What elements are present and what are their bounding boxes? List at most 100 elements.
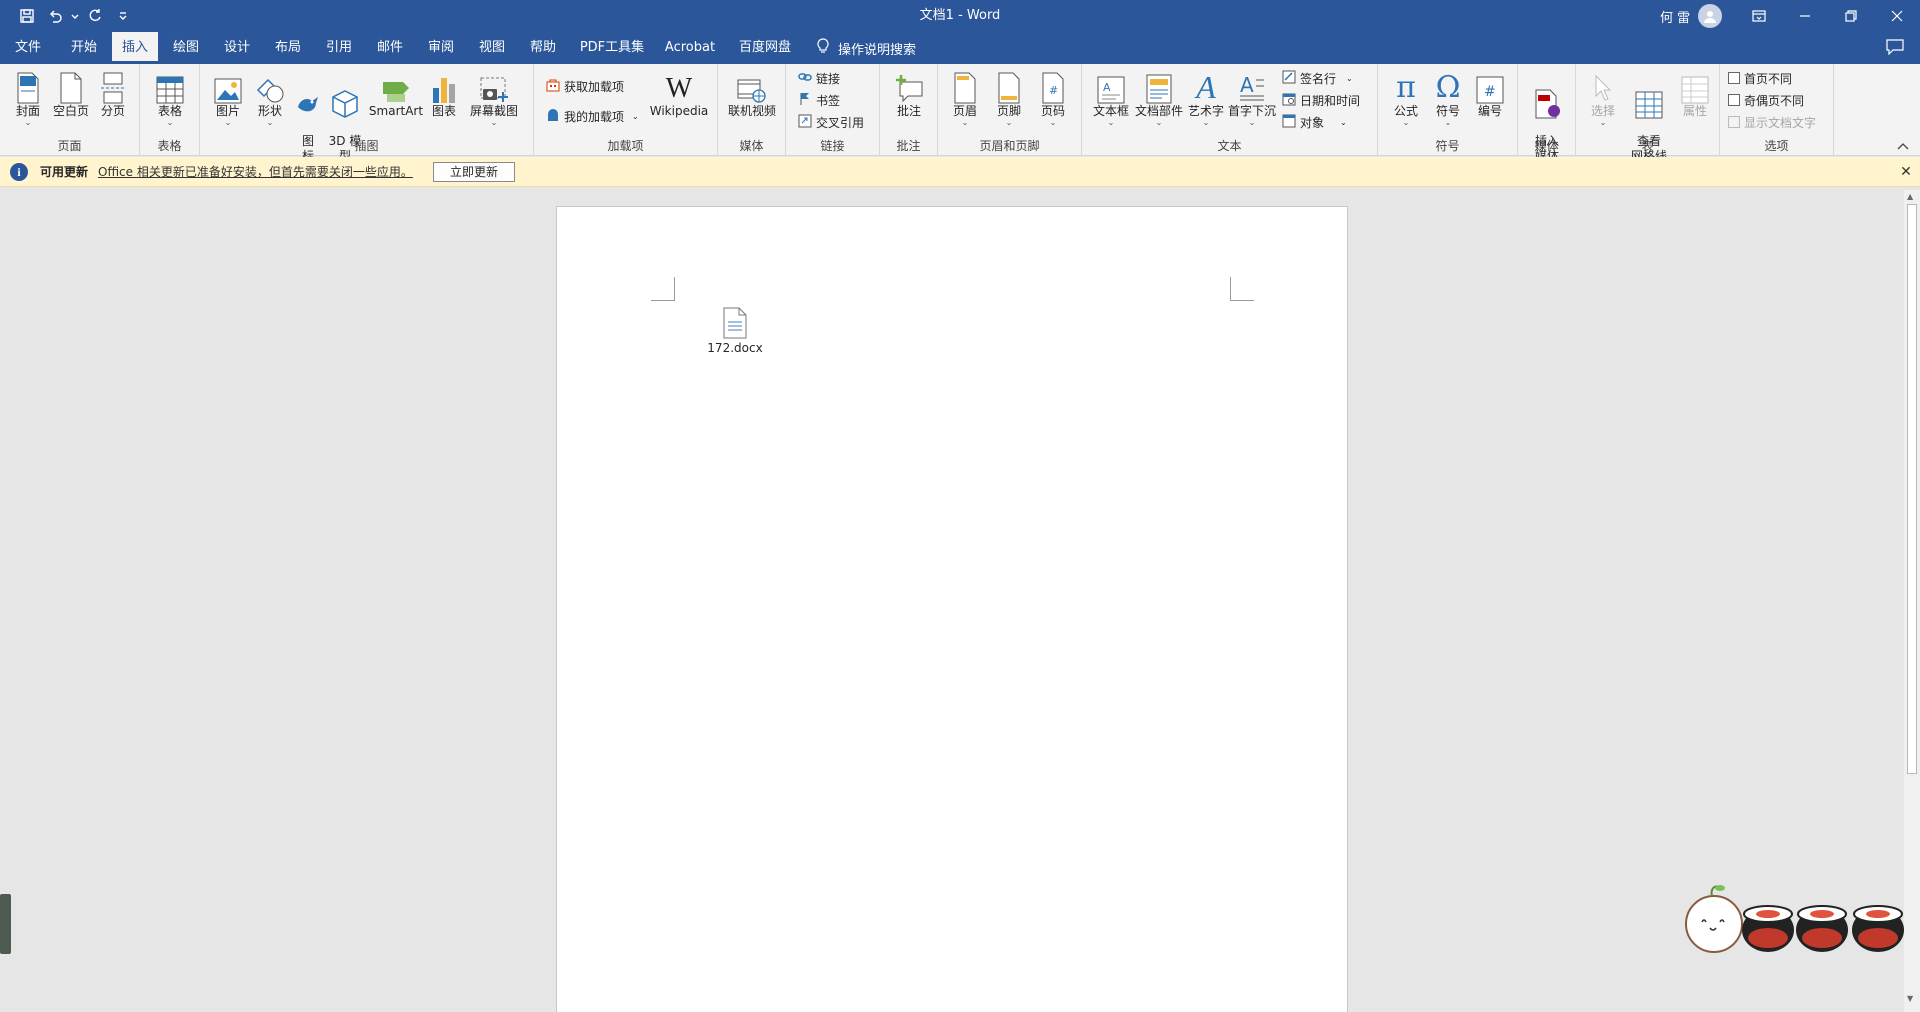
tab-draw[interactable]: 绘图 xyxy=(166,32,206,64)
online-video-button[interactable]: 联机视频 xyxy=(726,68,778,119)
tab-references[interactable]: 引用 xyxy=(319,32,359,64)
show-document-text-checkbox[interactable]: 显示文档文字 xyxy=(1728,112,1816,132)
mascot-sticker xyxy=(1682,878,1912,956)
undo-dropdown-icon[interactable] xyxy=(70,3,80,29)
cover-page-button[interactable]: 封面 ⌄ xyxy=(8,68,48,127)
page-number-button[interactable]: # 页码 ⌄ xyxy=(1032,68,1074,127)
my-addins-button[interactable]: 我的加载项 ⌄ xyxy=(546,106,639,126)
symbol-button[interactable]: Ω 符号 ⌄ xyxy=(1428,68,1468,127)
embedded-file-object[interactable]: 172.docx xyxy=(697,307,773,355)
avatar-icon xyxy=(1698,4,1723,28)
group-label-addins: 加载项 xyxy=(607,139,644,153)
scroll-thumb[interactable] xyxy=(1907,204,1917,774)
group-label-media-insert: 媒体 xyxy=(1534,139,1559,153)
properties-button[interactable]: 属性 xyxy=(1674,68,1716,119)
group-label-options: 选项 xyxy=(1764,139,1789,153)
group-symbols: π 公式 ⌄ Ω 符号 ⌄ # 编号 符号 xyxy=(1378,64,1518,156)
checkbox-icon xyxy=(1728,72,1740,84)
bar-chart-icon xyxy=(426,68,462,104)
date-time-button[interactable]: 日期和时间 xyxy=(1282,90,1360,110)
shapes-icon xyxy=(250,68,290,104)
undo-icon[interactable] xyxy=(42,3,68,29)
tab-baidu-netdisk[interactable]: 百度网盘 xyxy=(736,32,794,64)
tab-home[interactable]: 开始 xyxy=(64,32,104,64)
checkbox-icon xyxy=(1728,94,1740,106)
ribbon-display-options-icon[interactable] xyxy=(1736,0,1782,32)
pictures-button[interactable]: 图片 ⌄ xyxy=(210,68,246,127)
chevron-down-icon: ⌄ xyxy=(1202,118,1210,127)
redo-icon[interactable] xyxy=(82,3,108,29)
tab-help[interactable]: 帮助 xyxy=(523,32,563,64)
customize-icon[interactable] xyxy=(110,3,136,29)
page-break-button[interactable]: 分页 xyxy=(94,68,132,119)
chevron-down-icon: ⌄ xyxy=(266,118,274,127)
tell-me-search[interactable]: 操作说明搜索 xyxy=(816,32,916,64)
new-comment-button[interactable]: 批注 xyxy=(888,68,930,119)
group-options: 首页不同 奇偶页不同 显示文档文字 选项 xyxy=(1720,64,1834,156)
chevron-down-icon: ⌄ xyxy=(1340,117,1347,127)
blank-page-button[interactable]: 空白页 xyxy=(50,68,92,119)
bookmark-button[interactable]: 书签 xyxy=(798,90,840,110)
close-icon[interactable] xyxy=(1874,0,1920,32)
document-page[interactable]: 172.docx xyxy=(556,206,1348,1012)
tab-layout[interactable]: 布局 xyxy=(268,32,308,64)
chevron-down-icon: ⌄ xyxy=(1599,118,1607,127)
svg-text:A: A xyxy=(1240,74,1254,97)
cross-reference-button[interactable]: 交叉引用 xyxy=(798,112,864,132)
chevron-down-icon: ⌄ xyxy=(24,118,32,127)
signature-line-button[interactable]: 签名行 ⌄ xyxy=(1282,68,1353,88)
comments-icon[interactable] xyxy=(1886,39,1904,58)
tab-pdf-tools[interactable]: PDF工具集 xyxy=(576,32,648,64)
restore-icon[interactable] xyxy=(1828,0,1874,32)
picture-icon xyxy=(210,68,246,104)
user-name: 何 雷 xyxy=(1660,10,1691,26)
scroll-down-icon[interactable]: ▼ xyxy=(1907,994,1913,1003)
object-button[interactable]: 对象 ⌄ xyxy=(1282,112,1347,132)
lightbulb-icon xyxy=(816,38,830,58)
tab-mailings[interactable]: 邮件 xyxy=(370,32,410,64)
account[interactable]: 何 雷 xyxy=(1660,0,1723,32)
first-page-different-checkbox[interactable]: 首页不同 xyxy=(1728,68,1792,88)
online-video-icon xyxy=(726,68,778,104)
wordart-icon: A xyxy=(1196,69,1216,105)
textbox-icon: A xyxy=(1090,68,1132,104)
infobar-message-link[interactable]: Office 相关更新已准备好安装，但首先需要关闭一些应用。 xyxy=(98,157,413,187)
update-now-button[interactable]: 立即更新 xyxy=(433,162,515,182)
tab-design[interactable]: 设计 xyxy=(217,32,257,64)
wikipedia-button[interactable]: W Wikipedia xyxy=(646,68,712,119)
header-button[interactable]: 页眉 ⌄ xyxy=(944,68,986,127)
odd-even-different-checkbox[interactable]: 奇偶页不同 xyxy=(1728,90,1804,110)
drop-cap-button[interactable]: A 首字下沉 ⌄ xyxy=(1226,68,1278,127)
chart-button[interactable]: 图表 xyxy=(426,68,462,119)
textbox-button[interactable]: A 文本框 ⌄ xyxy=(1090,68,1132,127)
scroll-up-icon[interactable]: ▲ xyxy=(1907,192,1913,201)
signature-icon xyxy=(1282,70,1296,87)
tab-file[interactable]: 文件 xyxy=(8,32,48,64)
quick-parts-button[interactable]: 文档部件 ⌄ xyxy=(1134,68,1184,127)
group-label-pages: 页面 xyxy=(57,139,82,153)
select-button[interactable]: 选择 ⌄ xyxy=(1582,68,1624,127)
collapse-ribbon-icon[interactable] xyxy=(1896,140,1910,154)
save-icon[interactable] xyxy=(14,3,40,29)
smartart-button[interactable]: SmartArt xyxy=(368,68,424,119)
tab-review[interactable]: 审阅 xyxy=(421,32,461,64)
tab-insert[interactable]: 插入 xyxy=(112,32,158,64)
footer-button[interactable]: 页脚 ⌄ xyxy=(988,68,1030,127)
numbering-button[interactable]: # 编号 xyxy=(1470,68,1510,119)
equation-button[interactable]: π 公式 ⌄ xyxy=(1386,68,1426,127)
group-label-illustrations: 插图 xyxy=(354,139,379,153)
side-panel-handle[interactable] xyxy=(0,894,11,954)
get-addins-button[interactable]: 获取加载项 xyxy=(546,76,624,96)
shapes-button[interactable]: 形状 ⌄ xyxy=(250,68,290,127)
group-label-symbols: 符号 xyxy=(1435,139,1460,153)
tab-view[interactable]: 视图 xyxy=(472,32,512,64)
table-button[interactable]: 表格 ⌄ xyxy=(150,68,190,127)
close-icon[interactable]: ✕ xyxy=(1896,162,1916,182)
store-icon xyxy=(546,78,560,95)
insert-media-icon xyxy=(1526,83,1568,119)
tab-acrobat[interactable]: Acrobat xyxy=(662,32,718,64)
screenshot-button[interactable]: 屏幕截图 ⌄ xyxy=(464,68,524,127)
minimize-icon[interactable] xyxy=(1782,0,1828,32)
wordart-button[interactable]: A 艺术字 ⌄ xyxy=(1186,68,1226,127)
link-button[interactable]: 链接 xyxy=(798,68,840,88)
